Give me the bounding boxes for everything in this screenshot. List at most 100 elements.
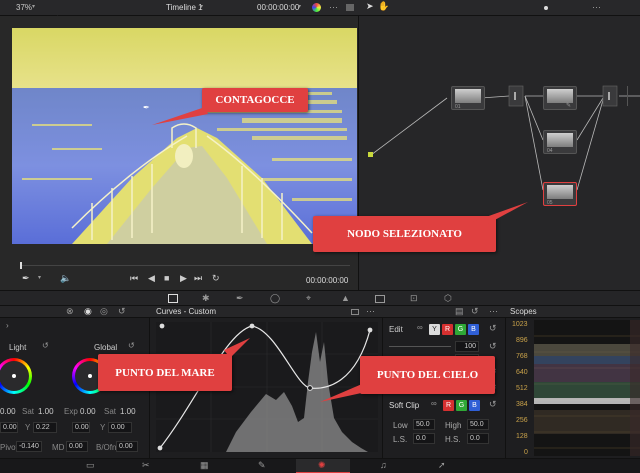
scopes-header: Scopes xyxy=(506,306,640,318)
wheels-icon[interactable]: ◉ xyxy=(84,307,92,316)
fairlight-page-icon[interactable]: ♫ xyxy=(380,461,387,470)
eyedropper-icon[interactable]: ✒ xyxy=(22,274,30,283)
node-label: 04 xyxy=(547,148,553,154)
options-icon[interactable]: ⋯ xyxy=(329,3,338,12)
reset-icon[interactable]: ↺ xyxy=(489,342,497,351)
chevron-down-icon[interactable]: ▾ xyxy=(38,275,41,281)
curves-header: Curves - Custom ⋯ xyxy=(150,306,383,318)
md-label: MD xyxy=(52,443,65,452)
fusion-page-icon[interactable]: ✎ xyxy=(258,461,266,470)
scrubber-track[interactable] xyxy=(20,265,350,266)
options-icon[interactable]: ⋯ xyxy=(592,3,601,12)
reset-icon[interactable]: ↺ xyxy=(489,324,497,333)
node-02[interactable]: ✎ xyxy=(543,86,577,110)
low-field[interactable]: 50.0 xyxy=(413,419,435,430)
bofn-field[interactable]: 0.00 xyxy=(116,441,138,452)
rgb-mixer-icon[interactable]: ⊗ xyxy=(66,307,74,316)
light-color-wheel[interactable] xyxy=(0,358,32,394)
tracker-icon[interactable]: ⌖ xyxy=(306,294,311,303)
global-wheel-handle[interactable] xyxy=(88,374,92,378)
node-05-selected[interactable]: 05 xyxy=(543,182,577,206)
pointer-icon[interactable]: ➤ xyxy=(366,2,374,11)
3d-icon[interactable]: ⬡ xyxy=(444,294,452,303)
light-field[interactable]: 0.00 xyxy=(0,422,18,433)
y-channel-button[interactable]: Y xyxy=(429,324,440,335)
zoom-level[interactable]: 37% xyxy=(16,4,32,12)
ls-field[interactable]: 0.0 xyxy=(413,433,435,444)
volume-icon[interactable]: 🔈 xyxy=(60,274,71,283)
page-dot-icon[interactable] xyxy=(544,6,548,10)
global-sat-value[interactable]: 1.00 xyxy=(120,408,136,416)
log-icon[interactable]: ◎ xyxy=(100,307,108,316)
global-exp-value[interactable]: 0.00 xyxy=(80,408,96,416)
reset-icon[interactable]: ↺ xyxy=(471,307,479,316)
edit-page-icon[interactable]: ▦ xyxy=(200,461,209,470)
blur-icon[interactable]: ▲ xyxy=(341,294,350,303)
soft-clip-b-button[interactable]: B xyxy=(469,400,480,411)
light-wheel-handle[interactable] xyxy=(12,374,16,378)
reset-icon[interactable]: ↺ xyxy=(118,307,126,316)
b-channel-button[interactable]: B xyxy=(468,324,479,335)
deliver-page-icon[interactable]: ➚ xyxy=(438,461,446,470)
color-page-icon: ✺ xyxy=(318,460,326,470)
light-sat-value[interactable]: 1.00 xyxy=(38,408,54,416)
md-field[interactable]: 0.00 xyxy=(66,441,88,452)
chevron-down-icon[interactable]: ▾ xyxy=(200,4,203,10)
play-icon[interactable]: ▶ xyxy=(180,274,187,283)
options-icon[interactable]: ⋯ xyxy=(366,307,375,316)
fullscreen-icon[interactable] xyxy=(346,4,354,11)
sizing-icon[interactable]: ⊡ xyxy=(410,294,418,303)
chevron-right-icon[interactable]: › xyxy=(6,322,9,330)
pivot-field[interactable]: -0.140 xyxy=(16,441,42,452)
cut-page-icon[interactable]: ✂ xyxy=(142,461,150,470)
light-y-field[interactable]: 0.22 xyxy=(33,422,57,433)
hs-field[interactable]: 0.0 xyxy=(467,433,489,444)
curves-mode-icon[interactable] xyxy=(351,309,359,315)
reset-icon[interactable]: ↺ xyxy=(42,342,49,350)
pivot-value: -0.140 xyxy=(19,443,39,450)
viewer-panel: ✒ ✒ ▾ 🔈 ⏮ ◀ ■ ▶ ⏭ ↻ 00:00:00:00 xyxy=(0,16,358,292)
chevron-down-icon[interactable]: ▾ xyxy=(32,4,35,10)
light-a-value[interactable]: 0.00 xyxy=(0,408,16,416)
r-channel-button[interactable]: R xyxy=(442,324,453,335)
step-back-icon[interactable]: ◀ xyxy=(148,274,155,283)
node-01[interactable]: 01 xyxy=(451,86,485,110)
loop-icon[interactable]: ↻ xyxy=(212,274,220,283)
intensity-slider[interactable] xyxy=(389,346,451,347)
qualifier-icon[interactable]: ✒ xyxy=(236,294,244,303)
chevron-down-icon[interactable]: ▾ xyxy=(298,4,301,10)
video-viewer[interactable]: ✒ xyxy=(12,28,357,244)
node-thumbnail xyxy=(547,185,573,199)
scope-icon[interactable]: ▤ xyxy=(455,307,464,316)
color-page-tab[interactable]: ✺ xyxy=(296,459,350,473)
g-channel-button[interactable]: G xyxy=(455,324,466,335)
color-wheel-icon[interactable] xyxy=(312,3,321,12)
playhead[interactable] xyxy=(20,262,22,269)
color-warper-icon[interactable]: ✱ xyxy=(202,294,210,303)
key-icon[interactable] xyxy=(375,295,385,303)
intensity-field-1[interactable]: 100 xyxy=(455,341,479,352)
hs-label: H.S. xyxy=(445,435,461,444)
curves-palette-icon[interactable] xyxy=(168,294,178,303)
soft-clip-r-button[interactable]: R xyxy=(443,400,454,411)
hand-icon[interactable]: ✋ xyxy=(378,2,389,11)
window-icon[interactable]: ◯ xyxy=(270,294,280,303)
reset-icon[interactable]: ↺ xyxy=(489,400,497,409)
link-icon[interactable]: ∞ xyxy=(431,400,437,408)
scope-tick: 128 xyxy=(516,433,528,440)
link-icon[interactable]: ∞ xyxy=(417,324,423,332)
skip-start-icon[interactable]: ⏮ xyxy=(130,274,138,283)
node-04[interactable]: 04 xyxy=(543,130,577,154)
options-icon[interactable]: ⋯ xyxy=(489,307,498,316)
stop-icon[interactable]: ■ xyxy=(164,274,169,283)
global-field[interactable]: 0.00 xyxy=(72,422,90,433)
soft-clip-g-button[interactable]: G xyxy=(456,400,467,411)
reset-icon[interactable]: ↺ xyxy=(128,342,135,350)
eyedropper-cursor-icon: ✒ xyxy=(143,103,150,112)
timeline-name[interactable]: Timeline 1 xyxy=(166,4,203,12)
high-field[interactable]: 50.0 xyxy=(467,419,489,430)
skip-end-icon[interactable]: ⏭ xyxy=(194,274,202,283)
soft-clip-label: Soft Clip xyxy=(389,401,420,410)
global-y-field[interactable]: 0.00 xyxy=(108,422,132,433)
media-page-icon[interactable]: ▭ xyxy=(86,461,95,470)
